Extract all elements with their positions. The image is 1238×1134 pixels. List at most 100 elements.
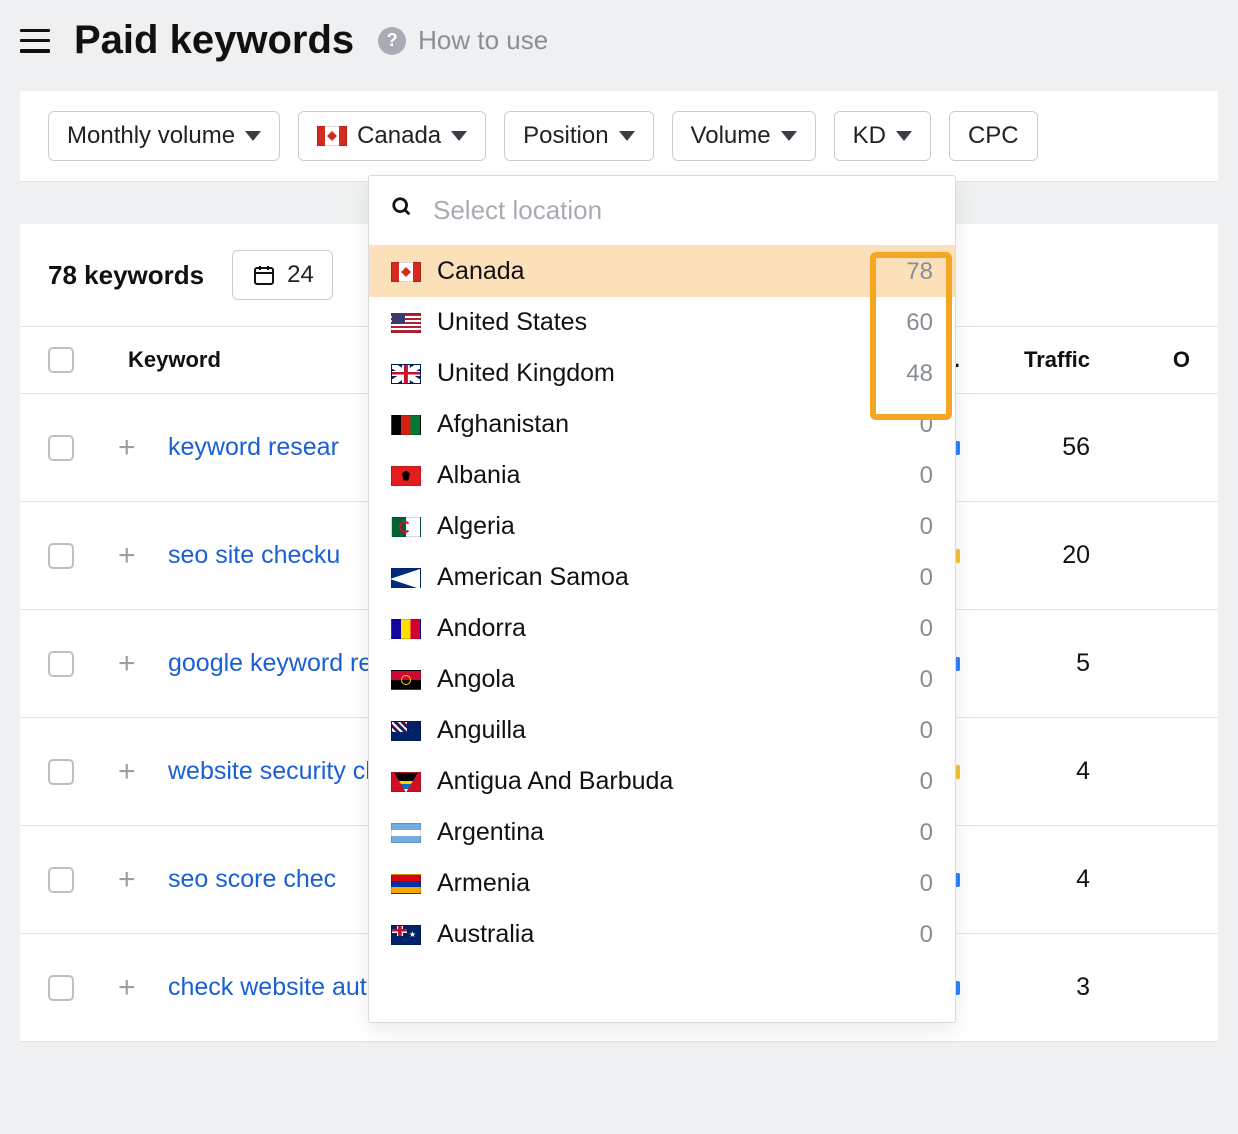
- expand-button[interactable]: +: [118, 973, 158, 1003]
- chevron-down-icon: [245, 131, 261, 141]
- location-name: Canada: [437, 257, 890, 286]
- row-checkbox[interactable]: [48, 543, 74, 569]
- traffic-value: 5: [970, 649, 1090, 678]
- filter-label: Position: [523, 122, 608, 150]
- expand-button[interactable]: +: [118, 433, 158, 463]
- location-count: 0: [920, 615, 933, 643]
- location-name: Albania: [437, 461, 904, 490]
- flag-icon: [391, 568, 421, 588]
- location-name: Anguilla: [437, 716, 904, 745]
- expand-button[interactable]: +: [118, 541, 158, 571]
- location-count: 0: [920, 870, 933, 898]
- location-count: 0: [920, 819, 933, 847]
- traffic-value: 56: [970, 433, 1090, 462]
- how-to-use-label: How to use: [418, 25, 548, 56]
- location-count: 0: [920, 564, 933, 592]
- location-option[interactable]: United States 60: [369, 297, 955, 348]
- location-option[interactable]: United Kingdom 48: [369, 348, 955, 399]
- location-option[interactable]: Australia 0: [369, 909, 955, 960]
- location-option[interactable]: Armenia 0: [369, 858, 955, 909]
- chevron-down-icon: [896, 131, 912, 141]
- filter-position[interactable]: Position: [504, 111, 653, 161]
- location-dropdown: Canada 78 United States 60 United Kingdo…: [368, 175, 956, 1023]
- expand-button[interactable]: +: [118, 757, 158, 787]
- filter-monthly-volume[interactable]: Monthly volume: [48, 111, 280, 161]
- location-list[interactable]: Canada 78 United States 60 United Kingdo…: [369, 246, 955, 1022]
- keyword-count: 78 keywords: [48, 260, 204, 291]
- expand-button[interactable]: +: [118, 649, 158, 679]
- calendar-icon: [251, 263, 277, 287]
- flag-icon: [391, 517, 421, 537]
- location-count: 78: [906, 258, 933, 286]
- location-option[interactable]: Andorra 0: [369, 603, 955, 654]
- filter-country[interactable]: Canada: [298, 111, 486, 161]
- date-filter[interactable]: 24: [232, 250, 333, 300]
- row-checkbox[interactable]: [48, 435, 74, 461]
- location-name: United States: [437, 308, 890, 337]
- filter-cpc[interactable]: CPC: [949, 111, 1038, 161]
- filter-label: Volume: [691, 122, 771, 150]
- location-count: 60: [906, 309, 933, 337]
- location-option[interactable]: Algeria 0: [369, 501, 955, 552]
- filter-label: KD: [853, 122, 886, 150]
- row-checkbox[interactable]: [48, 867, 74, 893]
- hamburger-menu-icon[interactable]: [20, 29, 50, 53]
- flag-icon: [391, 313, 421, 333]
- filter-volume[interactable]: Volume: [672, 111, 816, 161]
- flag-icon: [391, 415, 421, 435]
- location-option[interactable]: Afghanistan 0: [369, 399, 955, 450]
- location-name: Andorra: [437, 614, 904, 643]
- traffic-value: 20: [970, 541, 1090, 570]
- page-title: Paid keywords: [74, 18, 354, 63]
- flag-icon: [391, 772, 421, 792]
- flag-icon: [391, 721, 421, 741]
- location-search-input[interactable]: [431, 194, 933, 227]
- help-icon: ?: [378, 27, 406, 55]
- location-name: Antigua And Barbuda: [437, 767, 904, 796]
- location-name: Afghanistan: [437, 410, 904, 439]
- col-traffic: Traffic: [970, 347, 1090, 373]
- canada-flag-icon: [317, 126, 347, 146]
- location-name: Armenia: [437, 869, 904, 898]
- row-checkbox[interactable]: [48, 975, 74, 1001]
- location-count: 0: [920, 513, 933, 541]
- select-all-checkbox[interactable]: [48, 347, 74, 373]
- how-to-use-link[interactable]: ? How to use: [378, 25, 548, 56]
- location-name: Argentina: [437, 818, 904, 847]
- filters-bar: Monthly volume Canada Position Volume KD…: [20, 91, 1218, 182]
- traffic-value: 4: [970, 757, 1090, 786]
- col-on: O: [1100, 347, 1190, 373]
- row-checkbox[interactable]: [48, 651, 74, 677]
- chevron-down-icon: [781, 131, 797, 141]
- location-option[interactable]: Angola 0: [369, 654, 955, 705]
- flag-icon: [391, 874, 421, 894]
- location-option[interactable]: Albania 0: [369, 450, 955, 501]
- flag-icon: [391, 925, 421, 945]
- traffic-value: 4: [970, 865, 1090, 894]
- filter-label: CPC: [968, 122, 1019, 150]
- location-option[interactable]: Anguilla 0: [369, 705, 955, 756]
- expand-button[interactable]: +: [118, 865, 158, 895]
- chevron-down-icon: [451, 131, 467, 141]
- location-option[interactable]: Argentina 0: [369, 807, 955, 858]
- filter-kd[interactable]: KD: [834, 111, 931, 161]
- location-name: Angola: [437, 665, 904, 694]
- location-option[interactable]: Antigua And Barbuda 0: [369, 756, 955, 807]
- location-name: Australia: [437, 920, 904, 949]
- flag-icon: [391, 619, 421, 639]
- location-count: 0: [920, 717, 933, 745]
- location-count: 0: [920, 411, 933, 439]
- location-search-row: [369, 176, 955, 246]
- flag-icon: [391, 262, 421, 282]
- row-checkbox[interactable]: [48, 759, 74, 785]
- location-option[interactable]: American Samoa 0: [369, 552, 955, 603]
- filter-label: Canada: [357, 122, 441, 150]
- location-count: 0: [920, 666, 933, 694]
- location-name: United Kingdom: [437, 359, 890, 388]
- search-icon: [391, 196, 413, 225]
- date-label: 24: [287, 261, 314, 289]
- location-count: 0: [920, 921, 933, 949]
- location-count: 0: [920, 768, 933, 796]
- location-option[interactable]: Canada 78: [369, 246, 955, 297]
- location-count: 48: [906, 360, 933, 388]
